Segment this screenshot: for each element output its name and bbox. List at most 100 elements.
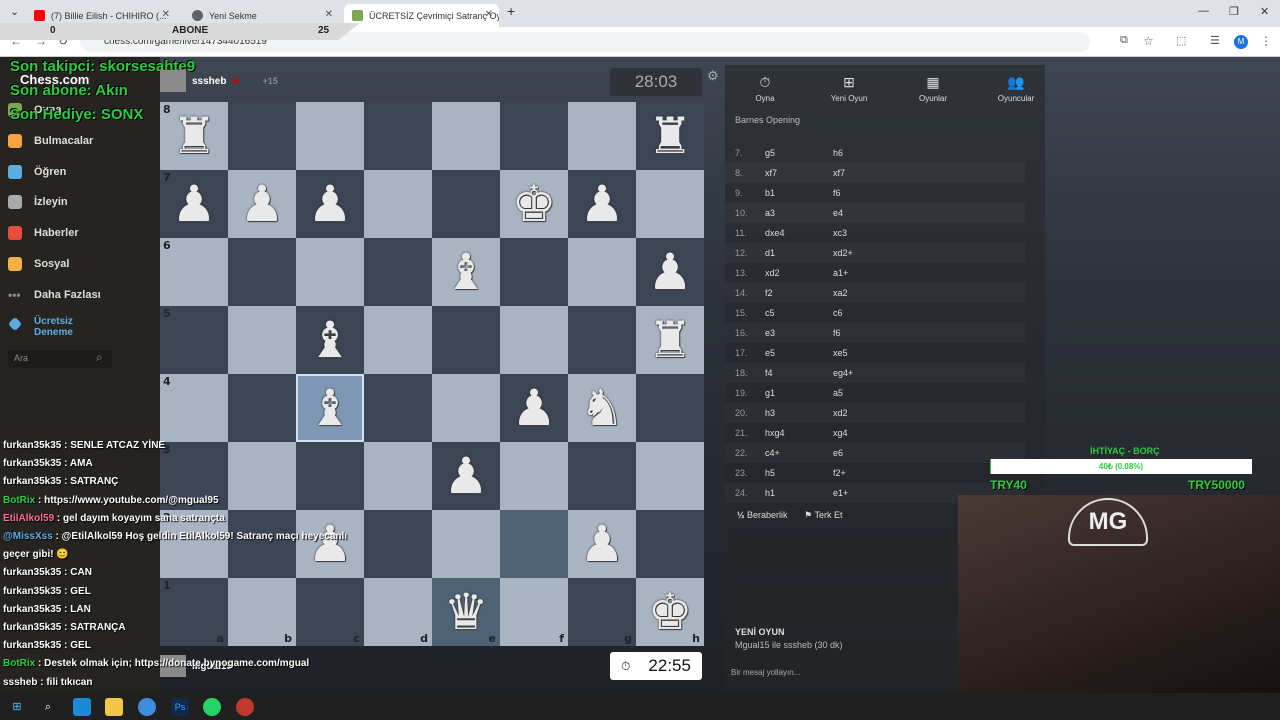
- chrome-icon[interactable]: [138, 698, 156, 716]
- square-f4[interactable]: ♟: [500, 374, 568, 442]
- square-c7[interactable]: ♟: [296, 170, 364, 238]
- resign-button[interactable]: ⚑ Terk Et: [804, 510, 842, 520]
- black-move[interactable]: xe5: [833, 348, 848, 358]
- file-explorer-icon[interactable]: [105, 698, 123, 716]
- square-g3[interactable]: [568, 442, 636, 510]
- black-move[interactable]: e4: [833, 208, 843, 218]
- square-b1[interactable]: b: [228, 578, 296, 646]
- white-move[interactable]: xf7: [765, 168, 777, 178]
- chess-piece[interactable]: ♟: [308, 519, 353, 569]
- square-f7[interactable]: ♚: [500, 170, 568, 238]
- chat-message-input[interactable]: Bir mesaj yollayın...: [731, 668, 800, 677]
- extensions-icon[interactable]: ⬚: [1176, 34, 1186, 47]
- tab-players[interactable]: 👥 Oyuncular: [976, 74, 1056, 103]
- square-c3[interactable]: [296, 442, 364, 510]
- black-move[interactable]: e1+: [833, 488, 848, 498]
- black-move[interactable]: a5: [833, 388, 843, 398]
- chess-piece[interactable]: ♚: [512, 179, 557, 229]
- bookmark-star-icon[interactable]: ☆: [1143, 34, 1154, 48]
- obs-icon[interactable]: [236, 698, 254, 716]
- sidebar-item-learn[interactable]: Öğren: [8, 165, 66, 179]
- square-c5[interactable]: ♝: [296, 306, 364, 374]
- black-move[interactable]: xc3: [833, 228, 847, 238]
- chess-piece[interactable]: ♜: [648, 111, 693, 161]
- gear-icon[interactable]: ⚙: [707, 68, 719, 84]
- square-e5[interactable]: [432, 306, 500, 374]
- square-e2[interactable]: [432, 510, 500, 578]
- white-move[interactable]: f2: [765, 288, 773, 298]
- white-move[interactable]: e3: [765, 328, 775, 338]
- sidebar-item-more[interactable]: ••• Daha Fazlası: [8, 288, 101, 302]
- search-icon[interactable]: ⌕: [39, 698, 57, 716]
- square-e8[interactable]: [432, 102, 500, 170]
- square-a1[interactable]: 1a: [160, 578, 228, 646]
- black-move[interactable]: xg4: [833, 428, 848, 438]
- sidebar-item-free-trial[interactable]: Ücretsiz Deneme: [7, 316, 73, 338]
- black-move[interactable]: c6: [833, 308, 843, 318]
- tab-new-game[interactable]: ⊞ Yeni Oyun: [809, 74, 889, 103]
- white-move[interactable]: f4: [765, 368, 773, 378]
- square-f8[interactable]: [500, 102, 568, 170]
- sidebar-item-watch[interactable]: İzleyin: [8, 195, 68, 209]
- white-move[interactable]: xd2: [765, 268, 780, 278]
- install-icon[interactable]: ⧉: [1120, 34, 1128, 47]
- chess-piece[interactable]: ♟: [580, 179, 625, 229]
- draw-button[interactable]: ½ Beraberlik: [737, 510, 788, 520]
- square-b4[interactable]: [228, 374, 296, 442]
- photoshop-icon[interactable]: Ps: [171, 698, 189, 716]
- chess-piece[interactable]: ♟: [444, 451, 489, 501]
- square-h5[interactable]: ♜: [636, 306, 704, 374]
- tab-play[interactable]: ⏱ Oyna: [725, 74, 805, 103]
- chess-piece[interactable]: ♝: [308, 383, 353, 433]
- square-c8[interactable]: [296, 102, 364, 170]
- square-f3[interactable]: [500, 442, 568, 510]
- black-move[interactable]: eg4+: [833, 368, 853, 378]
- square-e6[interactable]: ♝: [432, 238, 500, 306]
- tab-search-icon[interactable]: ⌄: [10, 5, 19, 18]
- square-b3[interactable]: [228, 442, 296, 510]
- white-move[interactable]: h3: [765, 408, 775, 418]
- black-move[interactable]: xd2+: [833, 248, 853, 258]
- square-g4[interactable]: ♞: [568, 374, 636, 442]
- square-d7[interactable]: [364, 170, 432, 238]
- minimize-icon[interactable]: —: [1198, 5, 1209, 17]
- white-move[interactable]: a3: [765, 208, 775, 218]
- black-move[interactable]: f6: [833, 188, 841, 198]
- white-move[interactable]: dxe4: [765, 228, 785, 238]
- top-player-info[interactable]: sssheb ■ +15: [160, 70, 278, 92]
- search-icon[interactable]: ⌕: [96, 350, 103, 365]
- white-move[interactable]: g1: [765, 388, 775, 398]
- black-move[interactable]: f2+: [833, 468, 846, 478]
- chess-piece[interactable]: ♚: [648, 587, 693, 637]
- square-g7[interactable]: ♟: [568, 170, 636, 238]
- square-a4[interactable]: 4: [160, 374, 228, 442]
- chess-piece[interactable]: ♟: [648, 247, 693, 297]
- windows-start-icon[interactable]: ⊞: [8, 698, 26, 716]
- square-d3[interactable]: [364, 442, 432, 510]
- white-move[interactable]: g5: [765, 148, 775, 158]
- square-f5[interactable]: [500, 306, 568, 374]
- close-tab-icon[interactable]: ✕: [162, 9, 170, 20]
- white-move[interactable]: c4+: [765, 448, 780, 458]
- square-h4[interactable]: [636, 374, 704, 442]
- new-tab-icon[interactable]: +: [507, 3, 515, 19]
- black-move[interactable]: xd2: [833, 408, 848, 418]
- sidebar-item-puzzles[interactable]: Bulmacalar: [8, 134, 93, 148]
- square-c2[interactable]: ♟: [296, 510, 364, 578]
- close-tab-icon[interactable]: ✕: [485, 9, 493, 20]
- square-b8[interactable]: [228, 102, 296, 170]
- square-g6[interactable]: [568, 238, 636, 306]
- square-h1[interactable]: h ♚: [636, 578, 704, 646]
- square-b6[interactable]: [228, 238, 296, 306]
- white-move[interactable]: h5: [765, 468, 775, 478]
- chess-piece[interactable]: ♜: [648, 315, 693, 365]
- square-e3[interactable]: ♟: [432, 442, 500, 510]
- square-a5[interactable]: 5: [160, 306, 228, 374]
- whatsapp-icon[interactable]: [203, 698, 221, 716]
- edge-icon[interactable]: [73, 698, 91, 716]
- browser-menu-icon[interactable]: ⋮: [1260, 34, 1272, 48]
- square-g1[interactable]: g: [568, 578, 636, 646]
- chess-piece[interactable]: ♟: [580, 519, 625, 569]
- black-move[interactable]: f6: [833, 328, 841, 338]
- square-h3[interactable]: [636, 442, 704, 510]
